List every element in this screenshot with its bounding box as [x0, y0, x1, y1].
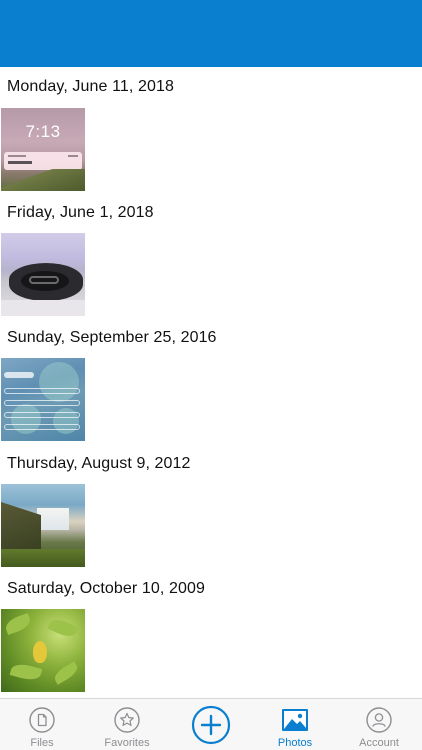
photo-thumbnail[interactable] [1, 358, 85, 441]
tab-favorites[interactable]: Favorites [85, 699, 169, 750]
tab-label: Photos [277, 737, 313, 749]
date-heading: Saturday, October 10, 2009 [7, 580, 205, 597]
tab-label: Account [359, 737, 399, 749]
photos-icon [282, 709, 308, 731]
add-icon [191, 705, 231, 745]
photo-feed[interactable]: Monday, June 11, 2018 7:13 Friday, June … [0, 67, 422, 698]
photo-thumbnail[interactable] [1, 609, 85, 692]
date-heading: Sunday, September 25, 2016 [7, 329, 217, 346]
tab-label: Files [30, 737, 54, 749]
date-heading: Friday, June 1, 2018 [7, 204, 154, 221]
date-heading: Monday, June 11, 2018 [7, 78, 174, 95]
header-bar [0, 0, 422, 67]
photo-thumbnail[interactable] [1, 484, 85, 567]
tab-label: Favorites [104, 737, 150, 749]
star-icon [114, 707, 140, 733]
tab-photos[interactable]: Photos [253, 699, 337, 750]
thumbnail-lockscreen-time: 7:13 [25, 122, 61, 141]
add-button[interactable] [169, 699, 253, 750]
thumbnail-notification [4, 152, 82, 170]
photo-thumbnail[interactable]: 7:13 [1, 108, 85, 191]
tab-bar: Files Favorites Photos Account [0, 698, 422, 750]
date-heading: Thursday, August 9, 2012 [7, 455, 191, 472]
tab-account[interactable]: Account [337, 699, 421, 750]
photo-thumbnail[interactable] [1, 233, 85, 316]
account-icon [366, 707, 392, 733]
file-icon [29, 707, 55, 733]
tab-files[interactable]: Files [0, 699, 84, 750]
